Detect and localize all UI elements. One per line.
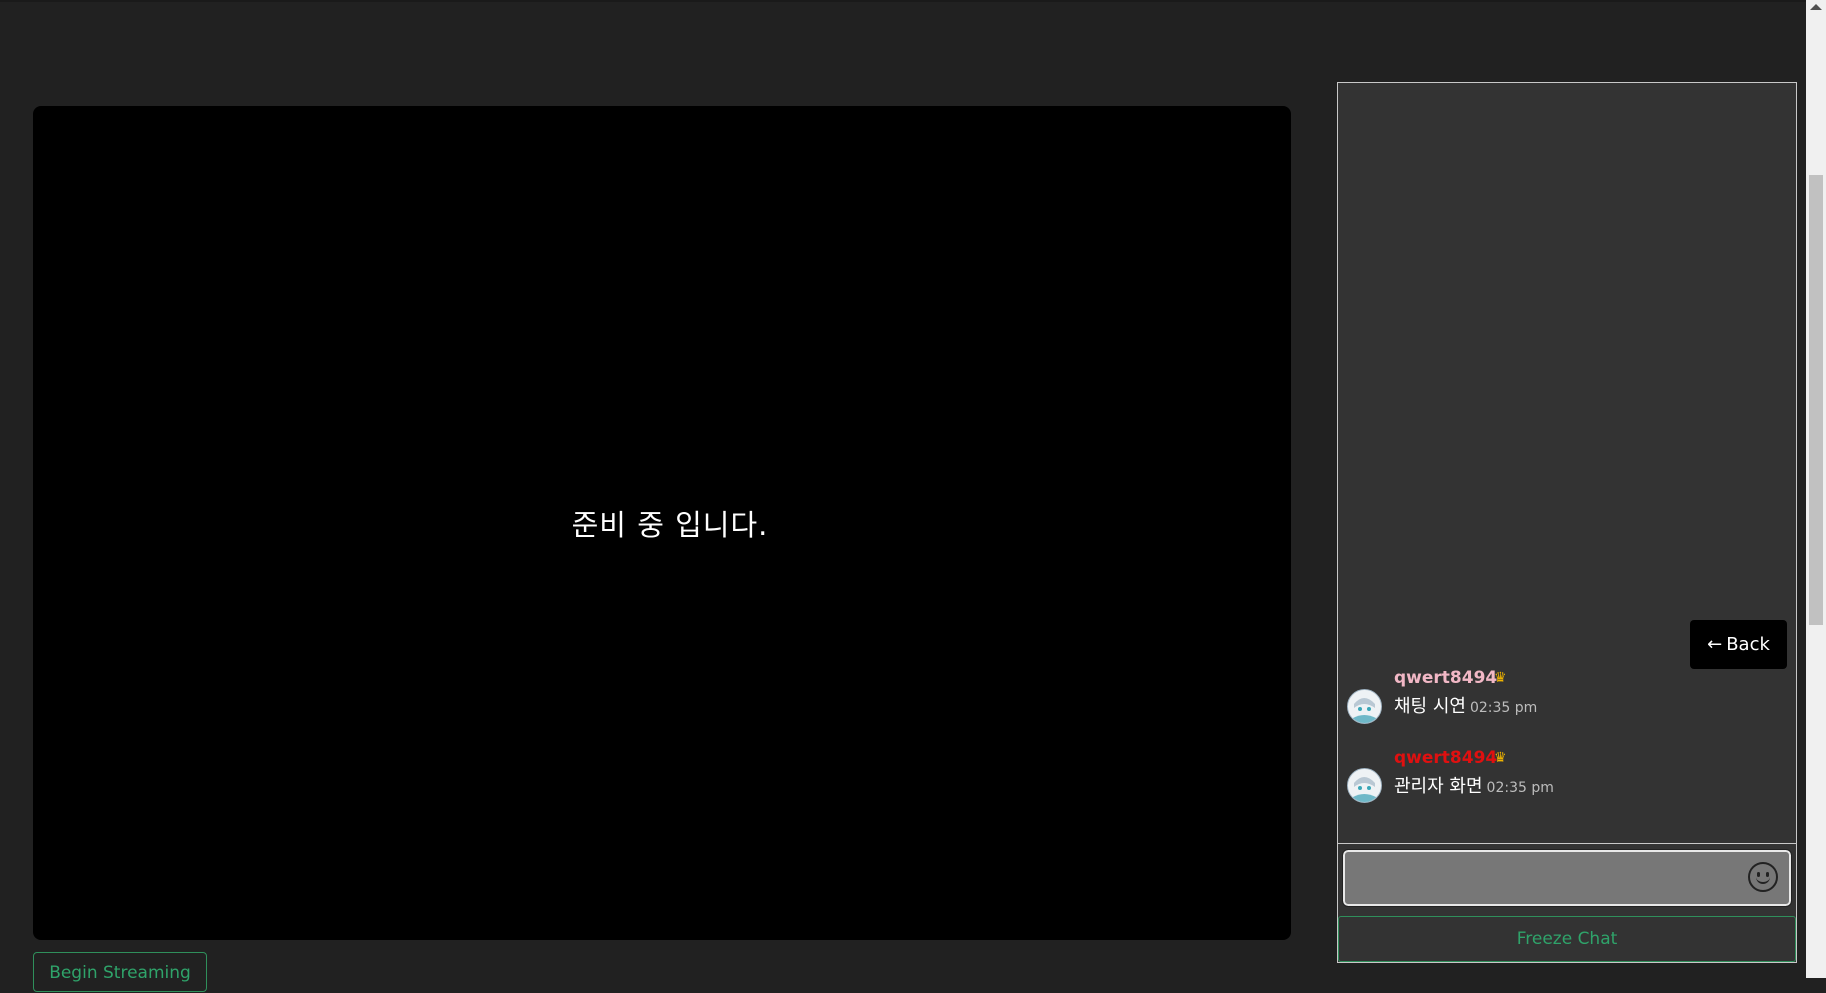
top-edge xyxy=(0,0,1806,2)
chat-message-body: 관리자 화면 02:35 pm xyxy=(1394,772,1554,798)
chat-username[interactable]: qwert8494 xyxy=(1394,668,1497,688)
crown-icon: ♛ xyxy=(1494,750,1507,766)
back-button[interactable]: ← Back xyxy=(1690,620,1787,669)
video-player[interactable]: 준비 중 입니다. xyxy=(33,106,1291,940)
video-status-text: 준비 중 입니다. xyxy=(571,508,769,542)
begin-streaming-button[interactable]: Begin Streaming xyxy=(33,952,207,992)
chat-username[interactable]: qwert8494 xyxy=(1394,748,1497,768)
chat-input[interactable] xyxy=(1342,849,1792,907)
chat-message-body: 채팅 시연 02:35 pm xyxy=(1394,692,1537,718)
avatar[interactable] xyxy=(1347,689,1382,724)
chat-message-time: 02:35 pm xyxy=(1486,780,1554,796)
scrollbar-thumb[interactable] xyxy=(1809,175,1823,625)
chat-panel: ← Back qwert8494 ♛ 채팅 시연 02:35 pm qwert8… xyxy=(1337,82,1797,963)
avatar-image xyxy=(1348,690,1381,723)
avatar-image xyxy=(1348,769,1381,802)
back-button-label: Back xyxy=(1726,634,1770,655)
chat-message-time: 02:35 pm xyxy=(1469,700,1538,716)
avatar[interactable] xyxy=(1347,768,1382,803)
scroll-up-arrow-icon[interactable] xyxy=(1810,4,1822,10)
left-arrow-icon: ← xyxy=(1707,634,1723,655)
crown-icon: ♛ xyxy=(1494,670,1507,686)
freeze-chat-button[interactable]: Freeze Chat xyxy=(1338,916,1796,962)
smiley-face-icon[interactable] xyxy=(1748,862,1778,892)
chat-message-text: 채팅 시연 xyxy=(1394,696,1466,717)
chat-divider xyxy=(1338,843,1796,844)
chat-message-text: 관리자 화면 xyxy=(1394,776,1483,797)
